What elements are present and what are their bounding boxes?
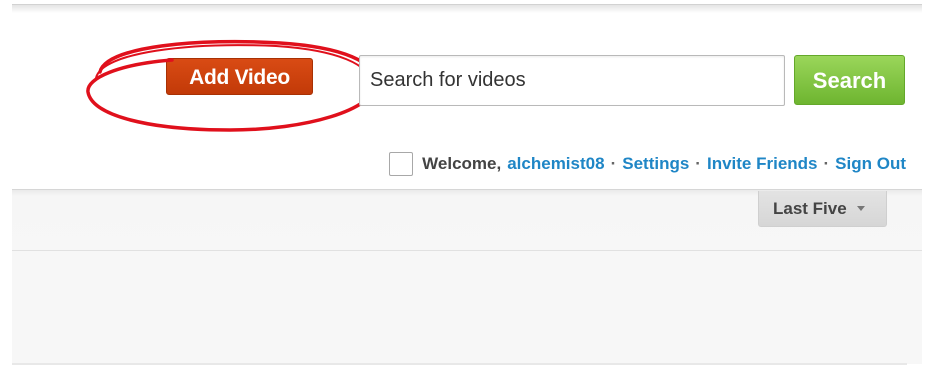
search-input[interactable] (359, 55, 785, 106)
page: Add Video Search Welcome, alchemist08 · … (0, 0, 934, 370)
separator-dot: · (823, 154, 830, 173)
content-area (12, 251, 922, 364)
welcome-label: Welcome, (422, 154, 502, 173)
separator-dot: · (610, 154, 617, 173)
add-video-button[interactable]: Add Video (166, 58, 313, 95)
user-checkbox[interactable] (389, 152, 414, 176)
bottom-divider (12, 363, 907, 365)
top-divider (12, 4, 922, 13)
settings-link[interactable]: Settings (622, 154, 689, 174)
dropdown-label: Last Five (773, 198, 847, 218)
username-link[interactable]: alchemist08 (507, 154, 604, 174)
separator-dot: · (695, 154, 701, 173)
user-bar: Welcome, alchemist08 · Settings · Invite… (389, 148, 906, 180)
search-button[interactable]: Search (794, 55, 905, 105)
sign-out-link[interactable]: Sign Out (835, 154, 906, 174)
chevron-down-icon (856, 206, 865, 211)
last-five-dropdown[interactable]: Last Five (758, 191, 887, 227)
invite-friends-link[interactable]: Invite Friends (707, 154, 818, 174)
